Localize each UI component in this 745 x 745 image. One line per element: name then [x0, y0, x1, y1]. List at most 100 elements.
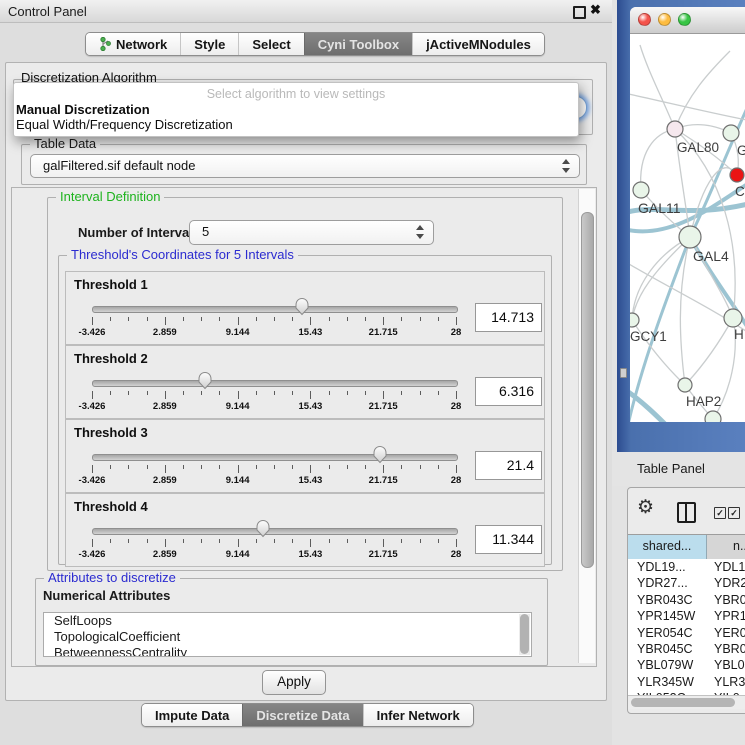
slider-thumb-icon[interactable]: [372, 445, 388, 464]
network-edge[interactable]: [632, 237, 690, 320]
slider-tick: [329, 391, 330, 395]
network-node-label: H: [734, 327, 744, 342]
table-header-row: shared... n...: [628, 534, 745, 560]
attribute-item[interactable]: SelfLoops: [44, 613, 531, 629]
threshold-slider[interactable]: -3.4262.8599.14415.4321.71528: [66, 494, 470, 566]
close-icon[interactable]: ✖: [590, 2, 601, 18]
menu-item-equal-width-frequency[interactable]: Equal Width/Frequency Discretization: [16, 117, 233, 132]
float-window-icon[interactable]: [573, 6, 586, 19]
slider-thumb-icon[interactable]: [197, 371, 213, 390]
slider-tick: [147, 465, 148, 469]
network-edge[interactable]: [640, 45, 675, 129]
table-rows: YDL19...YDL1...YDR27...YDR2...YBR043CYBR…: [628, 559, 745, 695]
network-node[interactable]: [724, 309, 742, 327]
columns-icon[interactable]: [677, 502, 696, 523]
network-edge[interactable]: [690, 168, 737, 237]
slider-track[interactable]: [92, 454, 458, 461]
attributes-scrollbar[interactable]: [519, 614, 530, 655]
network-node[interactable]: [723, 125, 739, 141]
network-node[interactable]: [730, 168, 744, 182]
table-row[interactable]: YER054CYER0...: [628, 625, 745, 641]
network-node[interactable]: [667, 121, 683, 137]
table-data-combobox[interactable]: galFiltered.sif default node: [30, 154, 580, 178]
checkbox-icon[interactable]: ✓: [714, 507, 726, 519]
attributes-scrollbar-thumb[interactable]: [520, 614, 529, 654]
column-header-name[interactable]: n...: [707, 535, 745, 559]
slider-track[interactable]: [92, 306, 458, 313]
network-edge[interactable]: [641, 129, 675, 190]
network-node[interactable]: [630, 313, 639, 327]
threshold-value-field[interactable]: 11.344: [475, 525, 542, 554]
slider-tick-label: 28: [451, 401, 462, 412]
tab-cyni-toolbox[interactable]: Cyni Toolbox: [304, 33, 412, 55]
menu-item-manual-discretization[interactable]: Manual Discretization: [16, 102, 150, 117]
table-row[interactable]: YBR045CYBR0...: [628, 641, 745, 657]
network-node[interactable]: [633, 182, 649, 198]
threshold-slider[interactable]: -3.4262.8599.14415.4321.71528: [66, 346, 470, 418]
table-toolbar: ⚙ ✓ ✓: [628, 488, 745, 533]
threshold-value-field[interactable]: 21.4: [475, 451, 542, 480]
zoom-traffic-light-icon[interactable]: [678, 13, 691, 26]
network-edge[interactable]: [630, 93, 745, 121]
tab-label: Select: [252, 37, 290, 52]
slider-tick: [219, 465, 220, 469]
table-hscrollbar[interactable]: [628, 695, 745, 709]
slider-tick: [201, 317, 202, 321]
threshold-value-field[interactable]: 6.316: [475, 377, 542, 406]
slider-tick: [383, 539, 384, 547]
numerical-attributes-label: Numerical Attributes: [43, 588, 170, 603]
slider-tick: [92, 539, 93, 547]
tab-style[interactable]: Style: [180, 33, 238, 55]
tab-network[interactable]: Network: [86, 33, 180, 55]
slider-track[interactable]: [92, 528, 458, 535]
slider-track[interactable]: [92, 380, 458, 387]
bottom-tab-bar: Impute DataDiscretize DataInfer Network: [141, 703, 474, 727]
bottom-tab-infer-network[interactable]: Infer Network: [363, 704, 473, 726]
network-node[interactable]: [678, 378, 692, 392]
apply-button[interactable]: Apply: [262, 670, 326, 695]
bottom-tab-discretize-data[interactable]: Discretize Data: [242, 704, 362, 726]
table-row[interactable]: YDL19...YDL1...: [628, 559, 745, 575]
network-edge[interactable]: [632, 237, 690, 320]
tab-jactivemnodules[interactable]: jActiveMNodules: [412, 33, 544, 55]
slider-thumb-icon[interactable]: [255, 519, 271, 538]
close-traffic-light-icon[interactable]: [638, 13, 651, 26]
table-row[interactable]: YLR345WYLR3...: [628, 674, 745, 690]
attribute-item[interactable]: BetweennessCentrality: [44, 645, 531, 657]
splitter-handle[interactable]: [620, 368, 627, 378]
slider-tick: [128, 317, 129, 321]
slider-tick: [219, 317, 220, 321]
table-row[interactable]: YBL079WYBL0...: [628, 657, 745, 673]
table-hscrollbar-thumb[interactable]: [631, 698, 735, 707]
slider-thumb-icon[interactable]: [294, 297, 310, 316]
main-scrollbar[interactable]: [578, 189, 595, 663]
slider-tick: [310, 539, 311, 547]
threshold-slider[interactable]: -3.4262.8599.14415.4321.71528: [66, 272, 470, 344]
numerical-attributes-list[interactable]: SelfLoopsTopologicalCoefficientBetweenne…: [43, 612, 532, 657]
threshold-slider[interactable]: -3.4262.8599.14415.4321.71528: [66, 420, 470, 492]
network-canvas[interactable]: GAL80GACGAL11GAL4HGCY1HAP2: [630, 33, 745, 422]
network-node-label: GA: [737, 143, 745, 158]
cell-shared-name: YPR145W: [628, 608, 707, 624]
table-row[interactable]: YDR27...YDR2...: [628, 575, 745, 591]
network-edge[interactable]: [675, 51, 730, 129]
network-node[interactable]: [705, 411, 721, 422]
threshold-value-field[interactable]: 14.713: [475, 303, 542, 332]
column-header-shared[interactable]: shared...: [628, 535, 707, 559]
bottom-tab-impute-data[interactable]: Impute Data: [142, 704, 242, 726]
slider-tick: [383, 391, 384, 399]
attribute-item[interactable]: TopologicalCoefficient: [44, 629, 531, 645]
table-row[interactable]: YBR043CYBR0...: [628, 592, 745, 608]
main-scrollbar-thumb[interactable]: [581, 212, 594, 568]
network-node[interactable]: [679, 226, 701, 248]
gear-icon[interactable]: ⚙: [637, 496, 654, 519]
network-edge[interactable]: [685, 318, 733, 385]
tab-select[interactable]: Select: [238, 33, 303, 55]
minimize-traffic-light-icon[interactable]: [658, 13, 671, 26]
slider-tick-label: -3.426: [79, 549, 106, 560]
number-of-intervals-combobox[interactable]: 5: [189, 220, 434, 245]
threshold-row: Threshold 4 -3.4262.8599.14415.4321.7152…: [65, 493, 545, 567]
checkbox-icon[interactable]: ✓: [728, 507, 740, 519]
slider-tick-label: 21.715: [369, 475, 398, 486]
table-row[interactable]: YPR145WYPR1...: [628, 608, 745, 624]
